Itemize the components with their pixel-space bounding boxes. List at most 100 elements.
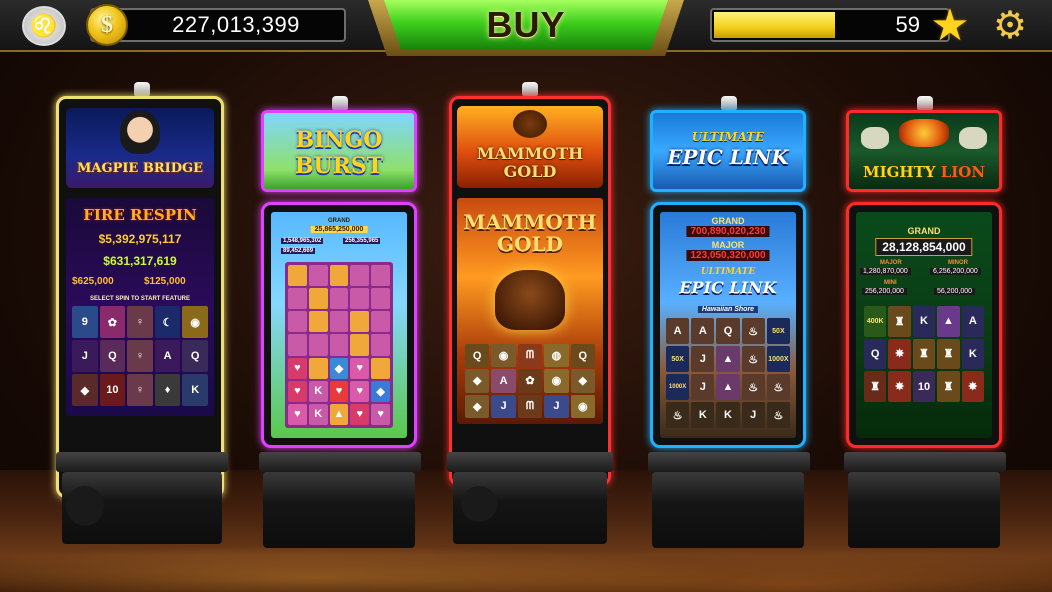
major-label: MAJOR — [880, 260, 902, 266]
bingo-cell: ♥ — [350, 357, 370, 379]
grand-label: GRAND — [711, 216, 745, 226]
reel-symbol: J — [544, 394, 569, 418]
bingo-cell — [350, 288, 370, 310]
xp-progress-fill — [714, 12, 835, 38]
reel-symbol: ᗰ — [517, 344, 543, 368]
bingo-cell — [371, 265, 390, 287]
title-line-2: GOLD — [503, 162, 557, 181]
jackpot-minor: $625,000 — [72, 276, 114, 287]
reel-symbol: ✸ — [888, 338, 911, 370]
bingo-cell — [308, 357, 328, 379]
reel-grid: 400K ♜ K ▲ A Q ✸ ♜ ♜ K ♜ ✸ 10 ♜ ✸ — [864, 306, 984, 402]
reel-symbol: ☾ — [154, 306, 181, 338]
reel-symbol: J — [72, 340, 98, 372]
reel-symbol: ♜ — [864, 371, 887, 402]
machine-topper: BINGO BURST — [261, 110, 417, 192]
reel-symbol: 1000X — [766, 346, 790, 372]
bingo-cell — [308, 311, 328, 333]
reel-symbol: 10 — [99, 374, 126, 406]
reel-symbol: ♜ — [888, 306, 911, 337]
slot-machine-mammoth-gold[interactable]: MAMMOTH GOLD MAMMOTH GOLD Q ◉ ᗰ ◍ Q ◆ A … — [447, 82, 613, 552]
button-deck[interactable] — [259, 452, 421, 472]
jackpot-major: $631,317,619 — [103, 254, 177, 268]
reel-symbol: ✸ — [888, 371, 911, 402]
machine-screen: MAMMOTH GOLD Q ◉ ᗰ ◍ Q ◆ A ✿ ◉ ◆ ◆ J ᗰ J… — [457, 198, 603, 424]
slot-machine-mighty-lion[interactable]: MIGHTY LION GRAND 28,128,854,000 MAJOR 1… — [840, 96, 1010, 552]
slot-machine-ultimate-epic-link[interactable]: ULTIMATE EPIC LINK GRAND 700,890,020,230… — [644, 96, 814, 552]
mini-value: 256,200,000 — [862, 288, 907, 295]
grand-value: 700,890,020,230 — [686, 226, 770, 237]
reel-symbol: Q — [465, 344, 490, 368]
reel-symbol: Q — [716, 318, 740, 344]
title-line-2: BURST — [294, 153, 384, 179]
title-word-1: MIGHTY — [862, 163, 936, 181]
button-deck[interactable] — [447, 452, 613, 472]
reel-symbol: A — [691, 318, 715, 344]
bingo-cell — [308, 265, 328, 287]
button-deck[interactable] — [648, 452, 810, 472]
reel-symbol: ♀ — [127, 340, 153, 372]
bingo-cell — [329, 288, 349, 310]
machine-screen: GRAND 28,128,854,000 MAJOR 1,280,870,000… — [856, 212, 992, 438]
reel-symbol: ◆ — [72, 374, 98, 406]
screen-title-1: MAMMOTH — [463, 210, 597, 234]
major-value: 1,280,870,000 — [860, 268, 911, 275]
reel-symbol: K — [691, 402, 715, 428]
mini-label: MINI — [884, 280, 897, 286]
coin-balance: 227,013,399 — [172, 12, 300, 37]
reel-grid: A A Q ♨ 50X 50X J ▲ ♨ 1000X 1000X J ▲ ♨ … — [666, 318, 790, 428]
reel-symbol: 50X — [766, 318, 790, 344]
bingo-cell: ◆ — [371, 380, 390, 402]
minor-value: 6,256,200,000 — [930, 268, 981, 275]
title-line-1: MAMMOTH — [476, 144, 584, 163]
reel-grid: Q ◉ ᗰ ◍ Q ◆ A ✿ ◉ ◆ ◆ J ᗰ J ◉ — [465, 344, 595, 418]
bingo-cell — [329, 334, 349, 356]
reel-symbol: 1000X — [666, 374, 690, 400]
reel-symbol: ▲ — [716, 346, 740, 372]
reel-symbol: ◆ — [570, 369, 595, 393]
machine-title: MIGHTY LION — [849, 165, 999, 180]
machine-screen: FIRE RESPIN $5,392,975,117 $631,317,619 … — [66, 198, 214, 416]
reel-symbol: ◆ — [465, 394, 490, 418]
reel-symbol: 50X — [666, 346, 690, 372]
bingo-cell: ♥ — [350, 380, 370, 402]
bingo-cell — [350, 334, 370, 356]
topper-light — [721, 96, 737, 110]
lion-dance-icon — [899, 119, 949, 147]
reel-symbol: 9 — [72, 306, 98, 338]
jackpot-right: 256,355,965 — [343, 238, 381, 244]
bingo-cell — [308, 288, 328, 310]
reel-symbol: J — [741, 402, 765, 428]
game-subtitle: Hawaiian Shore — [697, 306, 759, 313]
screen-title-1: ULTIMATE — [700, 267, 756, 277]
reel-symbol: ✿ — [99, 306, 126, 338]
mammoth-icon — [495, 270, 565, 330]
player-level: 59 — [895, 12, 920, 37]
bingo-cell — [288, 334, 307, 356]
title-line-1: ULTIMATE — [691, 130, 765, 144]
reel-symbol: ♀ — [127, 374, 153, 406]
button-deck[interactable] — [844, 452, 1006, 472]
reel-symbol: ◉ — [570, 394, 595, 418]
reel-symbol: ▲ — [716, 374, 740, 400]
star-icon[interactable]: ★ — [928, 4, 972, 48]
slot-machine-magpie-bridge[interactable]: MAGPIE BRIDGE FIRE RESPIN $5,392,975,117… — [52, 82, 228, 552]
reel-symbol: ♜ — [912, 338, 936, 370]
reel-symbol: ◆ — [465, 369, 490, 393]
slot-machine-bingo-burst[interactable]: BINGO BURST GRAND 25,865,250,000 1,548,9… — [255, 96, 425, 552]
grand-value: 28,128,854,000 — [875, 238, 973, 256]
gear-icon[interactable]: ⚙ — [990, 6, 1030, 46]
reel-symbol: K — [912, 306, 936, 337]
button-deck[interactable] — [56, 452, 228, 472]
reel-symbol: A — [491, 369, 516, 393]
machine-pedestal — [66, 486, 104, 526]
reel-symbol: K — [716, 402, 740, 428]
coin-icon[interactable]: $ — [86, 4, 128, 46]
bingo-cell: ♥ — [288, 380, 307, 402]
lion-avatar-icon[interactable]: ♌ — [22, 6, 66, 46]
bingo-cell: ♥ — [350, 403, 370, 425]
machine-screen: GRAND 700,890,020,230 MAJOR 123,050,320,… — [660, 212, 796, 438]
buy-button[interactable]: BUY — [384, 0, 668, 50]
bingo-cell: ◆ — [329, 357, 349, 379]
reel-symbol: ▲ — [937, 306, 960, 337]
